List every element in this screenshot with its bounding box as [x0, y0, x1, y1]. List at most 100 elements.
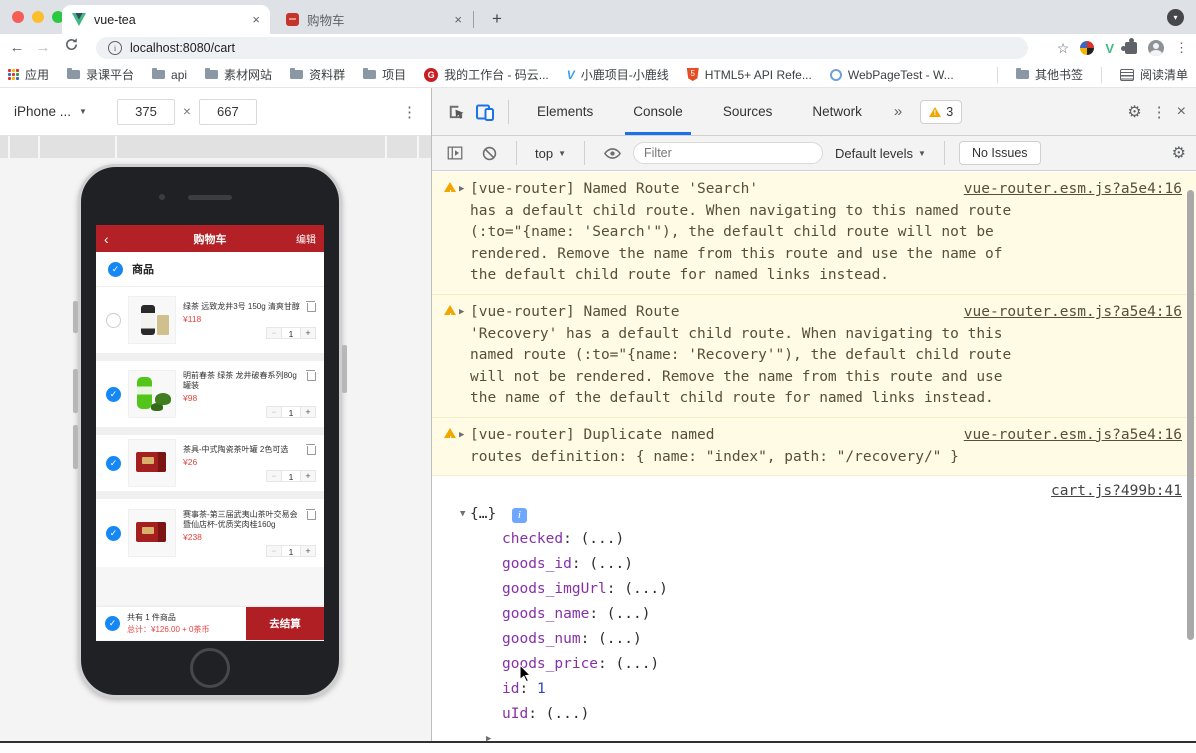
- increase-button[interactable]: +: [300, 405, 316, 418]
- no-issues-button[interactable]: No Issues: [958, 141, 1041, 165]
- trash-icon[interactable]: [306, 369, 316, 381]
- item-checkbox[interactable]: ✓: [106, 386, 121, 402]
- tab-sources[interactable]: Sources: [705, 88, 791, 135]
- tab-close-icon[interactable]: ×: [252, 12, 260, 27]
- bookmark-folder[interactable]: api: [152, 67, 187, 82]
- vue-devtools-icon[interactable]: V: [1105, 41, 1114, 56]
- phone-home-button: [190, 648, 230, 688]
- select-all-checkbox[interactable]: ✓: [108, 261, 123, 277]
- object-brace[interactable]: {…}: [470, 506, 496, 522]
- extension-icon[interactable]: [1080, 41, 1095, 55]
- collapse-arrow-icon[interactable]: ▼: [460, 502, 465, 527]
- increase-button[interactable]: +: [300, 544, 316, 557]
- console-settings-icon[interactable]: ⚙: [1172, 143, 1186, 163]
- decrease-button[interactable]: −: [266, 405, 282, 418]
- new-tab-button[interactable]: +: [484, 6, 510, 32]
- reload-icon[interactable]: [60, 37, 82, 59]
- close-window-button[interactable]: [12, 11, 24, 23]
- expand-arrow-icon[interactable]: ▶: [459, 425, 464, 447]
- reading-list[interactable]: 阅读清单: [1119, 66, 1188, 83]
- device-toolbar-menu-icon[interactable]: ⋮: [402, 103, 417, 121]
- width-input[interactable]: [116, 98, 175, 125]
- quantity-stepper: − 1 +: [183, 326, 316, 339]
- invoke-getter[interactable]: (...): [598, 631, 642, 647]
- decrease-button[interactable]: −: [266, 326, 282, 339]
- minimize-window-button[interactable]: [32, 11, 44, 23]
- console-filter-input[interactable]: [633, 142, 823, 164]
- phone-camera: [159, 194, 165, 200]
- tab-console[interactable]: Console: [615, 88, 701, 135]
- tab-search-button[interactable]: ▾: [1167, 9, 1184, 26]
- tab-network[interactable]: Network: [794, 88, 880, 135]
- trash-icon[interactable]: [306, 300, 316, 312]
- close-devtools-icon[interactable]: ×: [1177, 103, 1186, 121]
- source-link[interactable]: vue-router.esm.js?a5e4:16: [964, 302, 1182, 324]
- forward-icon[interactable]: →: [32, 37, 54, 59]
- inspect-element-icon[interactable]: [442, 99, 468, 125]
- bookmark-folder[interactable]: 素材网站: [205, 66, 272, 83]
- expand-arrow-icon[interactable]: ▶: [459, 179, 464, 201]
- extensions-puzzle-icon[interactable]: [1121, 38, 1137, 54]
- devtools-menu-icon[interactable]: ⋮: [1152, 103, 1167, 121]
- more-tabs-icon[interactable]: »: [884, 103, 912, 120]
- warnings-badge[interactable]: 3: [920, 99, 963, 124]
- console-scrollbar-thumb[interactable]: [1187, 190, 1194, 640]
- console-sidebar-toggle-icon[interactable]: [442, 140, 468, 166]
- increase-button[interactable]: +: [300, 469, 316, 482]
- bookmark-star-icon[interactable]: ☆: [1057, 40, 1070, 57]
- select-all-label: 商品: [132, 264, 154, 276]
- tab-cart[interactable]: 购物车 ×: [276, 5, 472, 34]
- source-link[interactable]: vue-router.esm.js?a5e4:16: [964, 179, 1182, 201]
- execution-context-select[interactable]: top ▼: [531, 146, 570, 161]
- bookmark-xiaolu[interactable]: V 小鹿项目-小鹿线: [567, 66, 669, 83]
- bookmark-html5[interactable]: 5 HTML5+ API Refe...: [686, 68, 812, 82]
- toggle-device-toolbar-icon[interactable]: [472, 99, 498, 125]
- info-badge-icon[interactable]: i: [511, 508, 527, 524]
- item-checkbox[interactable]: [106, 312, 121, 328]
- item-checkbox[interactable]: ✓: [106, 525, 121, 541]
- site-info-icon[interactable]: i: [108, 41, 122, 55]
- settings-icon[interactable]: ⚙: [1127, 102, 1141, 122]
- eye-icon[interactable]: [599, 140, 625, 166]
- height-input[interactable]: [198, 98, 257, 125]
- trash-icon[interactable]: [306, 508, 316, 520]
- browser-menu-icon[interactable]: ⋮: [1175, 40, 1188, 56]
- invoke-getter[interactable]: (...): [581, 531, 625, 547]
- invoke-getter[interactable]: (...): [624, 581, 668, 597]
- expand-arrow-icon[interactable]: ▶: [459, 302, 464, 324]
- edit-button[interactable]: 编辑: [296, 231, 316, 246]
- summary-checkbox[interactable]: ✓: [105, 616, 120, 631]
- back-arrow-icon[interactable]: ‹: [104, 231, 124, 247]
- bookmark-folder[interactable]: 项目: [363, 66, 406, 83]
- expand-arrow-icon[interactable]: ▶: [486, 727, 491, 741]
- bookmark-gitee[interactable]: G 我的工作台 - 码云...: [424, 66, 549, 83]
- device-select[interactable]: iPhone ...: [14, 104, 71, 119]
- other-bookmarks[interactable]: 其他书签: [1015, 66, 1083, 83]
- bookmark-folder[interactable]: 资料群: [290, 66, 345, 83]
- folder-icon: [363, 67, 377, 79]
- source-link[interactable]: cart.js?499b:41: [470, 481, 1182, 502]
- invoke-getter[interactable]: (...): [607, 606, 651, 622]
- checkout-button[interactable]: 去结算: [246, 607, 324, 640]
- profile-avatar[interactable]: [1148, 40, 1164, 56]
- tab-close-icon[interactable]: ×: [454, 12, 462, 27]
- tab-elements[interactable]: Elements: [519, 88, 611, 135]
- decrease-button[interactable]: −: [266, 469, 282, 482]
- bookmark-webpagetest[interactable]: WebPageTest - W...: [829, 68, 954, 82]
- log-levels-select[interactable]: Default levels ▼: [831, 146, 930, 161]
- bookmark-folder[interactable]: 录课平台: [67, 66, 134, 83]
- bookmark-apps[interactable]: 应用: [8, 66, 49, 83]
- invoke-getter[interactable]: (...): [546, 706, 590, 722]
- warning-text: rendered. Remove the name from this rout…: [470, 245, 1003, 262]
- source-link[interactable]: vue-router.esm.js?a5e4:16: [964, 425, 1182, 447]
- decrease-button[interactable]: −: [266, 544, 282, 557]
- increase-button[interactable]: +: [300, 326, 316, 339]
- clear-console-icon[interactable]: [476, 140, 502, 166]
- back-icon[interactable]: ←: [6, 37, 28, 59]
- tab-vue-tea[interactable]: vue-tea ×: [62, 5, 270, 34]
- trash-icon[interactable]: [306, 443, 316, 455]
- invoke-getter[interactable]: (...): [589, 556, 633, 572]
- omnibox[interactable]: i localhost:8080/cart: [96, 37, 1028, 59]
- invoke-getter[interactable]: (...): [616, 656, 660, 672]
- item-checkbox[interactable]: ✓: [106, 455, 121, 471]
